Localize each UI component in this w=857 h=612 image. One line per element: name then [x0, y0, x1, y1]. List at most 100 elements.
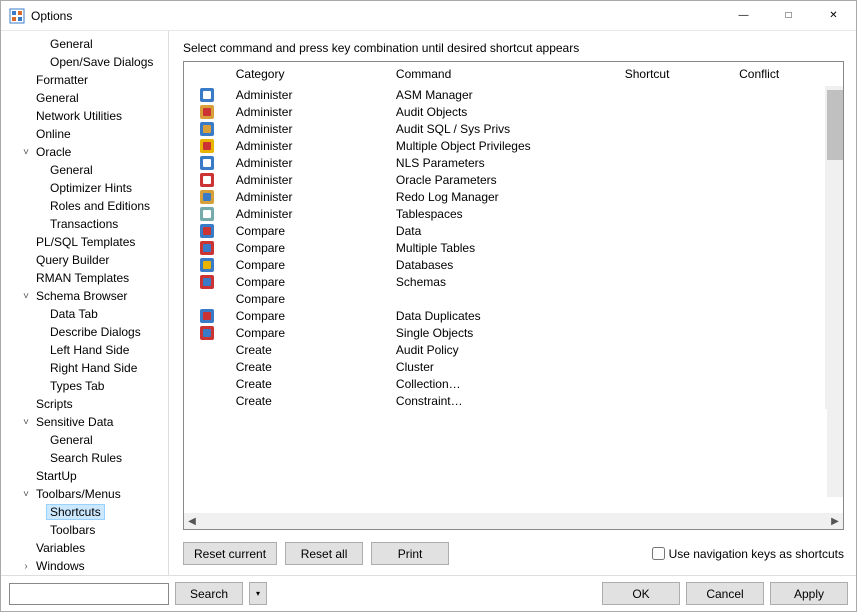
print-button[interactable]: Print: [371, 542, 449, 565]
tree-item[interactable]: Transactions: [1, 215, 168, 233]
tree-item[interactable]: StartUp: [1, 467, 168, 485]
cell-shortcut[interactable]: [619, 307, 733, 324]
cell-shortcut[interactable]: [619, 358, 733, 375]
col-shortcut-header[interactable]: Shortcut: [619, 62, 733, 86]
tree-item[interactable]: General: [1, 35, 168, 53]
nav-keys-checkbox[interactable]: [652, 547, 665, 560]
cancel-button[interactable]: Cancel: [686, 582, 764, 605]
tree-item[interactable]: Variables: [1, 539, 168, 557]
tree-item[interactable]: Right Hand Side: [1, 359, 168, 377]
table-row[interactable]: CreateCluster: [184, 358, 843, 375]
tree-item[interactable]: Optimizer Hints: [1, 179, 168, 197]
table-row[interactable]: CompareMultiple Tables: [184, 239, 843, 256]
tree-item[interactable]: Formatter: [1, 71, 168, 89]
cell-shortcut[interactable]: [619, 239, 733, 256]
tree-item[interactable]: ˅Oracle: [1, 143, 168, 161]
cell-shortcut[interactable]: [619, 86, 733, 103]
tree-item[interactable]: RMAN Templates: [1, 269, 168, 287]
cell-shortcut[interactable]: [619, 205, 733, 222]
tree-item[interactable]: PL/SQL Templates: [1, 233, 168, 251]
cell-shortcut[interactable]: [619, 341, 733, 358]
tree-collapse-icon[interactable]: ˅: [19, 417, 33, 428]
minimize-button[interactable]: —: [721, 1, 766, 30]
col-category-header[interactable]: Category: [230, 62, 390, 86]
search-dropdown-button[interactable]: ▾: [249, 582, 267, 605]
tree-item[interactable]: Query Builder: [1, 251, 168, 269]
cell-shortcut[interactable]: [619, 103, 733, 120]
tree-item[interactable]: ˅Toolbars/Menus: [1, 485, 168, 503]
cell-command: Constraint…: [390, 392, 619, 409]
tree-collapse-icon[interactable]: ˅: [19, 489, 33, 500]
cell-shortcut[interactable]: [619, 188, 733, 205]
grid-vertical-scrollbar[interactable]: [827, 90, 843, 497]
tree-item[interactable]: Data Tab: [1, 305, 168, 323]
cell-shortcut[interactable]: [619, 137, 733, 154]
table-row[interactable]: AdministerASM Manager: [184, 86, 843, 103]
tree-item[interactable]: General: [1, 431, 168, 449]
tree-item[interactable]: Shortcuts: [1, 503, 168, 521]
col-command-header[interactable]: Command: [390, 62, 619, 86]
table-row[interactable]: AdministerRedo Log Manager: [184, 188, 843, 205]
close-button[interactable]: ✕: [811, 1, 856, 30]
scroll-left-icon[interactable]: ◀: [184, 516, 200, 527]
cell-shortcut[interactable]: [619, 375, 733, 392]
reset-current-button[interactable]: Reset current: [183, 542, 277, 565]
tree-item[interactable]: ˅Sensitive Data: [1, 413, 168, 431]
search-input[interactable]: [9, 583, 169, 605]
category-tree[interactable]: GeneralOpen/Save DialogsFormatterGeneral…: [1, 31, 169, 575]
cell-shortcut[interactable]: [619, 290, 733, 307]
tree-expand-icon[interactable]: ›: [19, 561, 33, 572]
cell-shortcut[interactable]: [619, 171, 733, 188]
table-row[interactable]: AdministerAudit SQL / Sys Privs: [184, 120, 843, 137]
tree-item[interactable]: Toolbars: [1, 521, 168, 539]
table-row[interactable]: CompareDatabases: [184, 256, 843, 273]
table-row[interactable]: CreateConstraint…: [184, 392, 843, 409]
reset-all-button[interactable]: Reset all: [285, 542, 363, 565]
cell-shortcut[interactable]: [619, 154, 733, 171]
cell-shortcut[interactable]: [619, 324, 733, 341]
tree-item[interactable]: Types Tab: [1, 377, 168, 395]
nav-keys-checkbox-label[interactable]: Use navigation keys as shortcuts: [652, 547, 844, 561]
table-row[interactable]: CompareSchemas: [184, 273, 843, 290]
tree-collapse-icon[interactable]: ˅: [19, 147, 33, 158]
table-row[interactable]: AdministerOracle Parameters: [184, 171, 843, 188]
tree-item[interactable]: Network Utilities: [1, 107, 168, 125]
cell-shortcut[interactable]: [619, 222, 733, 239]
tree-item[interactable]: ›Windows: [1, 557, 168, 575]
tree-item[interactable]: Search Rules: [1, 449, 168, 467]
table-row[interactable]: AdministerTablespaces: [184, 205, 843, 222]
table-row[interactable]: AdministerAudit Objects: [184, 103, 843, 120]
cell-shortcut[interactable]: [619, 392, 733, 409]
tree-item[interactable]: Open/Save Dialogs: [1, 53, 168, 71]
tree-item[interactable]: ˅Schema Browser: [1, 287, 168, 305]
cell-shortcut[interactable]: [619, 256, 733, 273]
tree-item[interactable]: Online: [1, 125, 168, 143]
maximize-button[interactable]: □: [766, 1, 811, 30]
cell-shortcut[interactable]: [619, 273, 733, 290]
tree-item[interactable]: Roles and Editions: [1, 197, 168, 215]
tree-collapse-icon[interactable]: ˅: [19, 291, 33, 302]
apply-button[interactable]: Apply: [770, 582, 848, 605]
search-button[interactable]: Search: [175, 582, 243, 605]
table-row[interactable]: CreateAudit Policy: [184, 341, 843, 358]
cell-shortcut[interactable]: [619, 120, 733, 137]
table-row[interactable]: CompareSingle Objects: [184, 324, 843, 341]
tree-item[interactable]: General: [1, 161, 168, 179]
shortcuts-grid[interactable]: Category Command Shortcut Conflict Admin…: [183, 61, 844, 530]
tree-item[interactable]: Describe Dialogs: [1, 323, 168, 341]
table-row[interactable]: CreateCollection…: [184, 375, 843, 392]
table-row[interactable]: CompareData: [184, 222, 843, 239]
scroll-right-icon[interactable]: ▶: [827, 516, 843, 527]
scroll-thumb[interactable]: [827, 90, 843, 160]
tree-item[interactable]: General: [1, 89, 168, 107]
col-icon-header[interactable]: [184, 62, 230, 86]
grid-horizontal-scrollbar[interactable]: ◀ ▶: [184, 513, 843, 529]
table-row[interactable]: AdministerMultiple Object Privileges: [184, 137, 843, 154]
table-row[interactable]: AdministerNLS Parameters: [184, 154, 843, 171]
ok-button[interactable]: OK: [602, 582, 680, 605]
tree-item[interactable]: Left Hand Side: [1, 341, 168, 359]
table-row[interactable]: CompareData Duplicates: [184, 307, 843, 324]
tree-item[interactable]: Scripts: [1, 395, 168, 413]
table-row[interactable]: Compare: [184, 290, 843, 307]
col-conflict-header[interactable]: Conflict: [733, 62, 825, 86]
